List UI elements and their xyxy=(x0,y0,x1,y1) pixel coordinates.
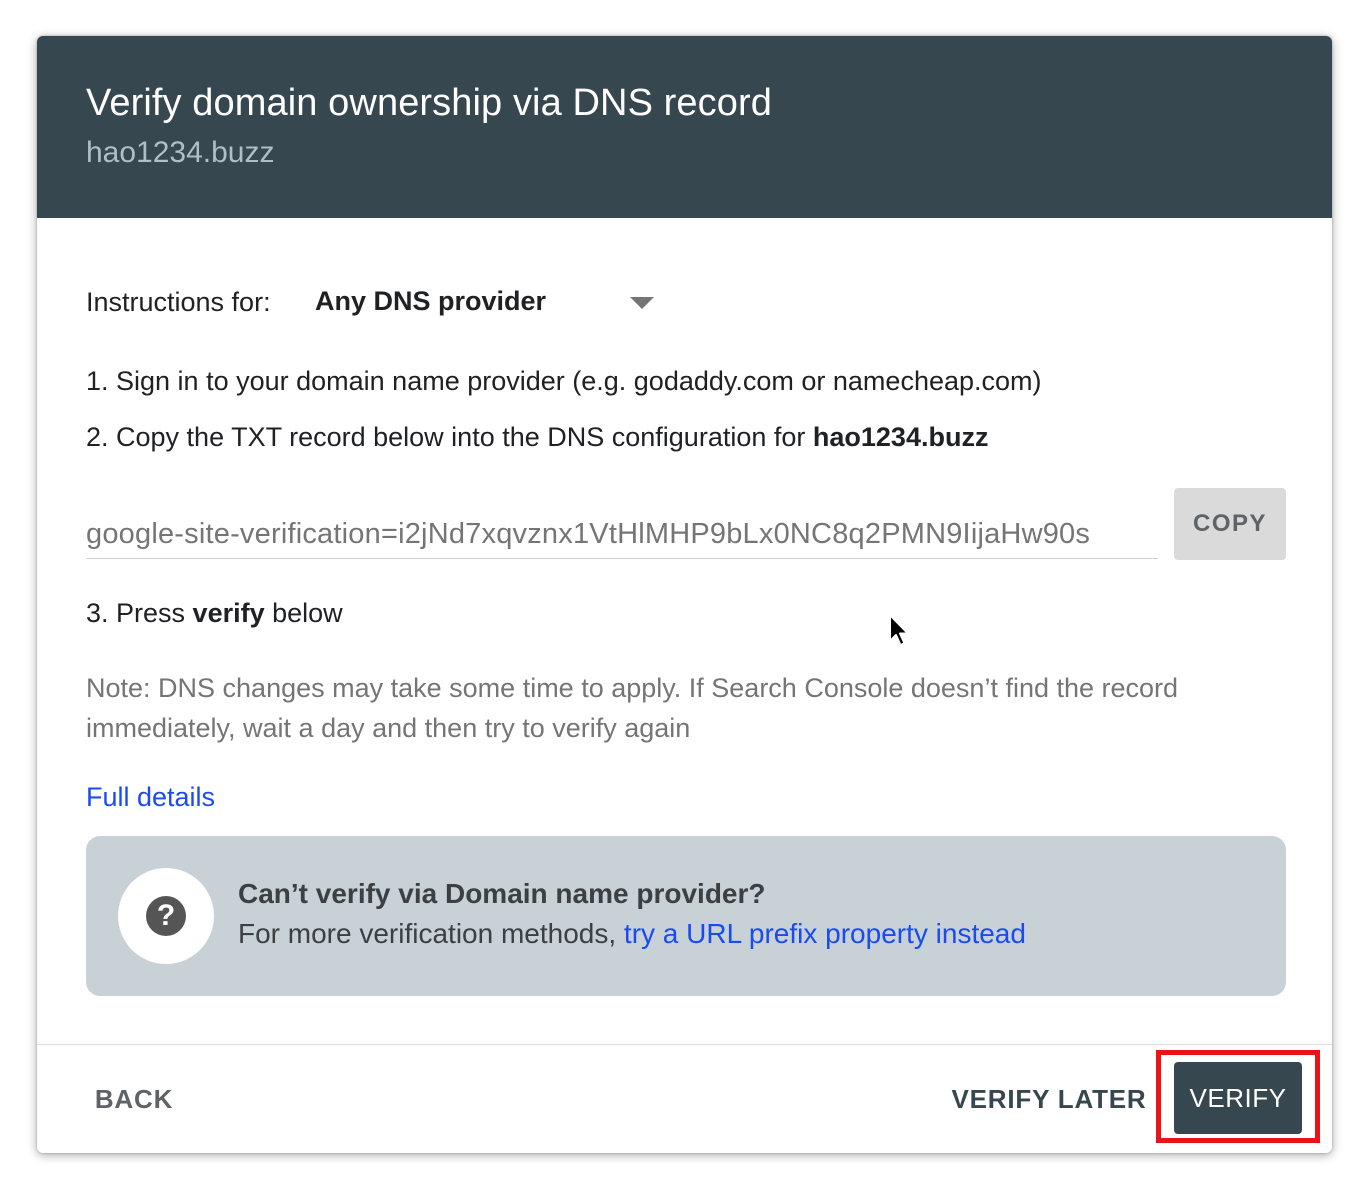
help-box-text: For more verification methods, try a URL… xyxy=(238,918,1026,950)
step-1-text: 1. Sign in to your domain name provider … xyxy=(86,366,1042,396)
help-box: ? Can’t verify via Domain name provider?… xyxy=(86,836,1286,996)
full-details-link[interactable]: Full details xyxy=(86,782,215,813)
verify-later-button[interactable]: VERIFY LATER xyxy=(949,1064,1149,1134)
page: Verify domain ownership via DNS record h… xyxy=(0,0,1368,1190)
footer-divider xyxy=(37,1044,1332,1045)
dropdown-arrow-icon xyxy=(630,297,654,309)
txt-record-field[interactable]: google-site-verification=i2jNd7xqvznx1Vt… xyxy=(86,514,1158,559)
help-box-text-prefix: For more verification methods, xyxy=(238,918,624,949)
help-box-title: Can’t verify via Domain name provider? xyxy=(238,878,766,909)
step-3-bold: verify xyxy=(192,598,265,628)
verify-dns-dialog: Verify domain ownership via DNS record h… xyxy=(37,36,1332,1153)
dns-provider-selected-value: Any DNS provider xyxy=(315,286,547,316)
question-mark-icon: ? xyxy=(146,896,186,936)
step-2-domain: hao1234.buzz xyxy=(812,422,989,452)
dialog-header: Verify domain ownership via DNS record h… xyxy=(37,36,1332,218)
dns-note: Note: DNS changes may take some time to … xyxy=(86,673,1179,743)
step-3-suffix: below xyxy=(264,598,343,628)
step-3-prefix: 3. Press xyxy=(86,598,193,628)
step-2-text: 2. Copy the TXT record below into the DN… xyxy=(86,422,988,453)
dns-provider-dropdown[interactable]: Any DNS provider xyxy=(307,282,667,322)
dialog-subtitle-domain: hao1234.buzz xyxy=(86,136,275,169)
step-2-prefix: 2. Copy the TXT record below into the DN… xyxy=(86,422,813,452)
help-icon-circle: ? xyxy=(118,868,214,964)
back-button[interactable]: BACK xyxy=(82,1064,186,1134)
step-3-text: 3. Press verify below xyxy=(86,598,343,629)
instructions-for-label: Instructions for: xyxy=(86,287,271,317)
txt-record-value[interactable]: google-site-verification=i2jNd7xqvznx1Vt… xyxy=(86,518,1090,551)
copy-button[interactable]: COPY xyxy=(1174,488,1286,560)
dialog-title: Verify domain ownership via DNS record xyxy=(86,82,772,124)
url-prefix-property-link[interactable]: try a URL prefix property instead xyxy=(624,918,1026,949)
verify-button[interactable]: VERIFY xyxy=(1174,1062,1302,1134)
mouse-cursor-icon xyxy=(889,614,909,646)
